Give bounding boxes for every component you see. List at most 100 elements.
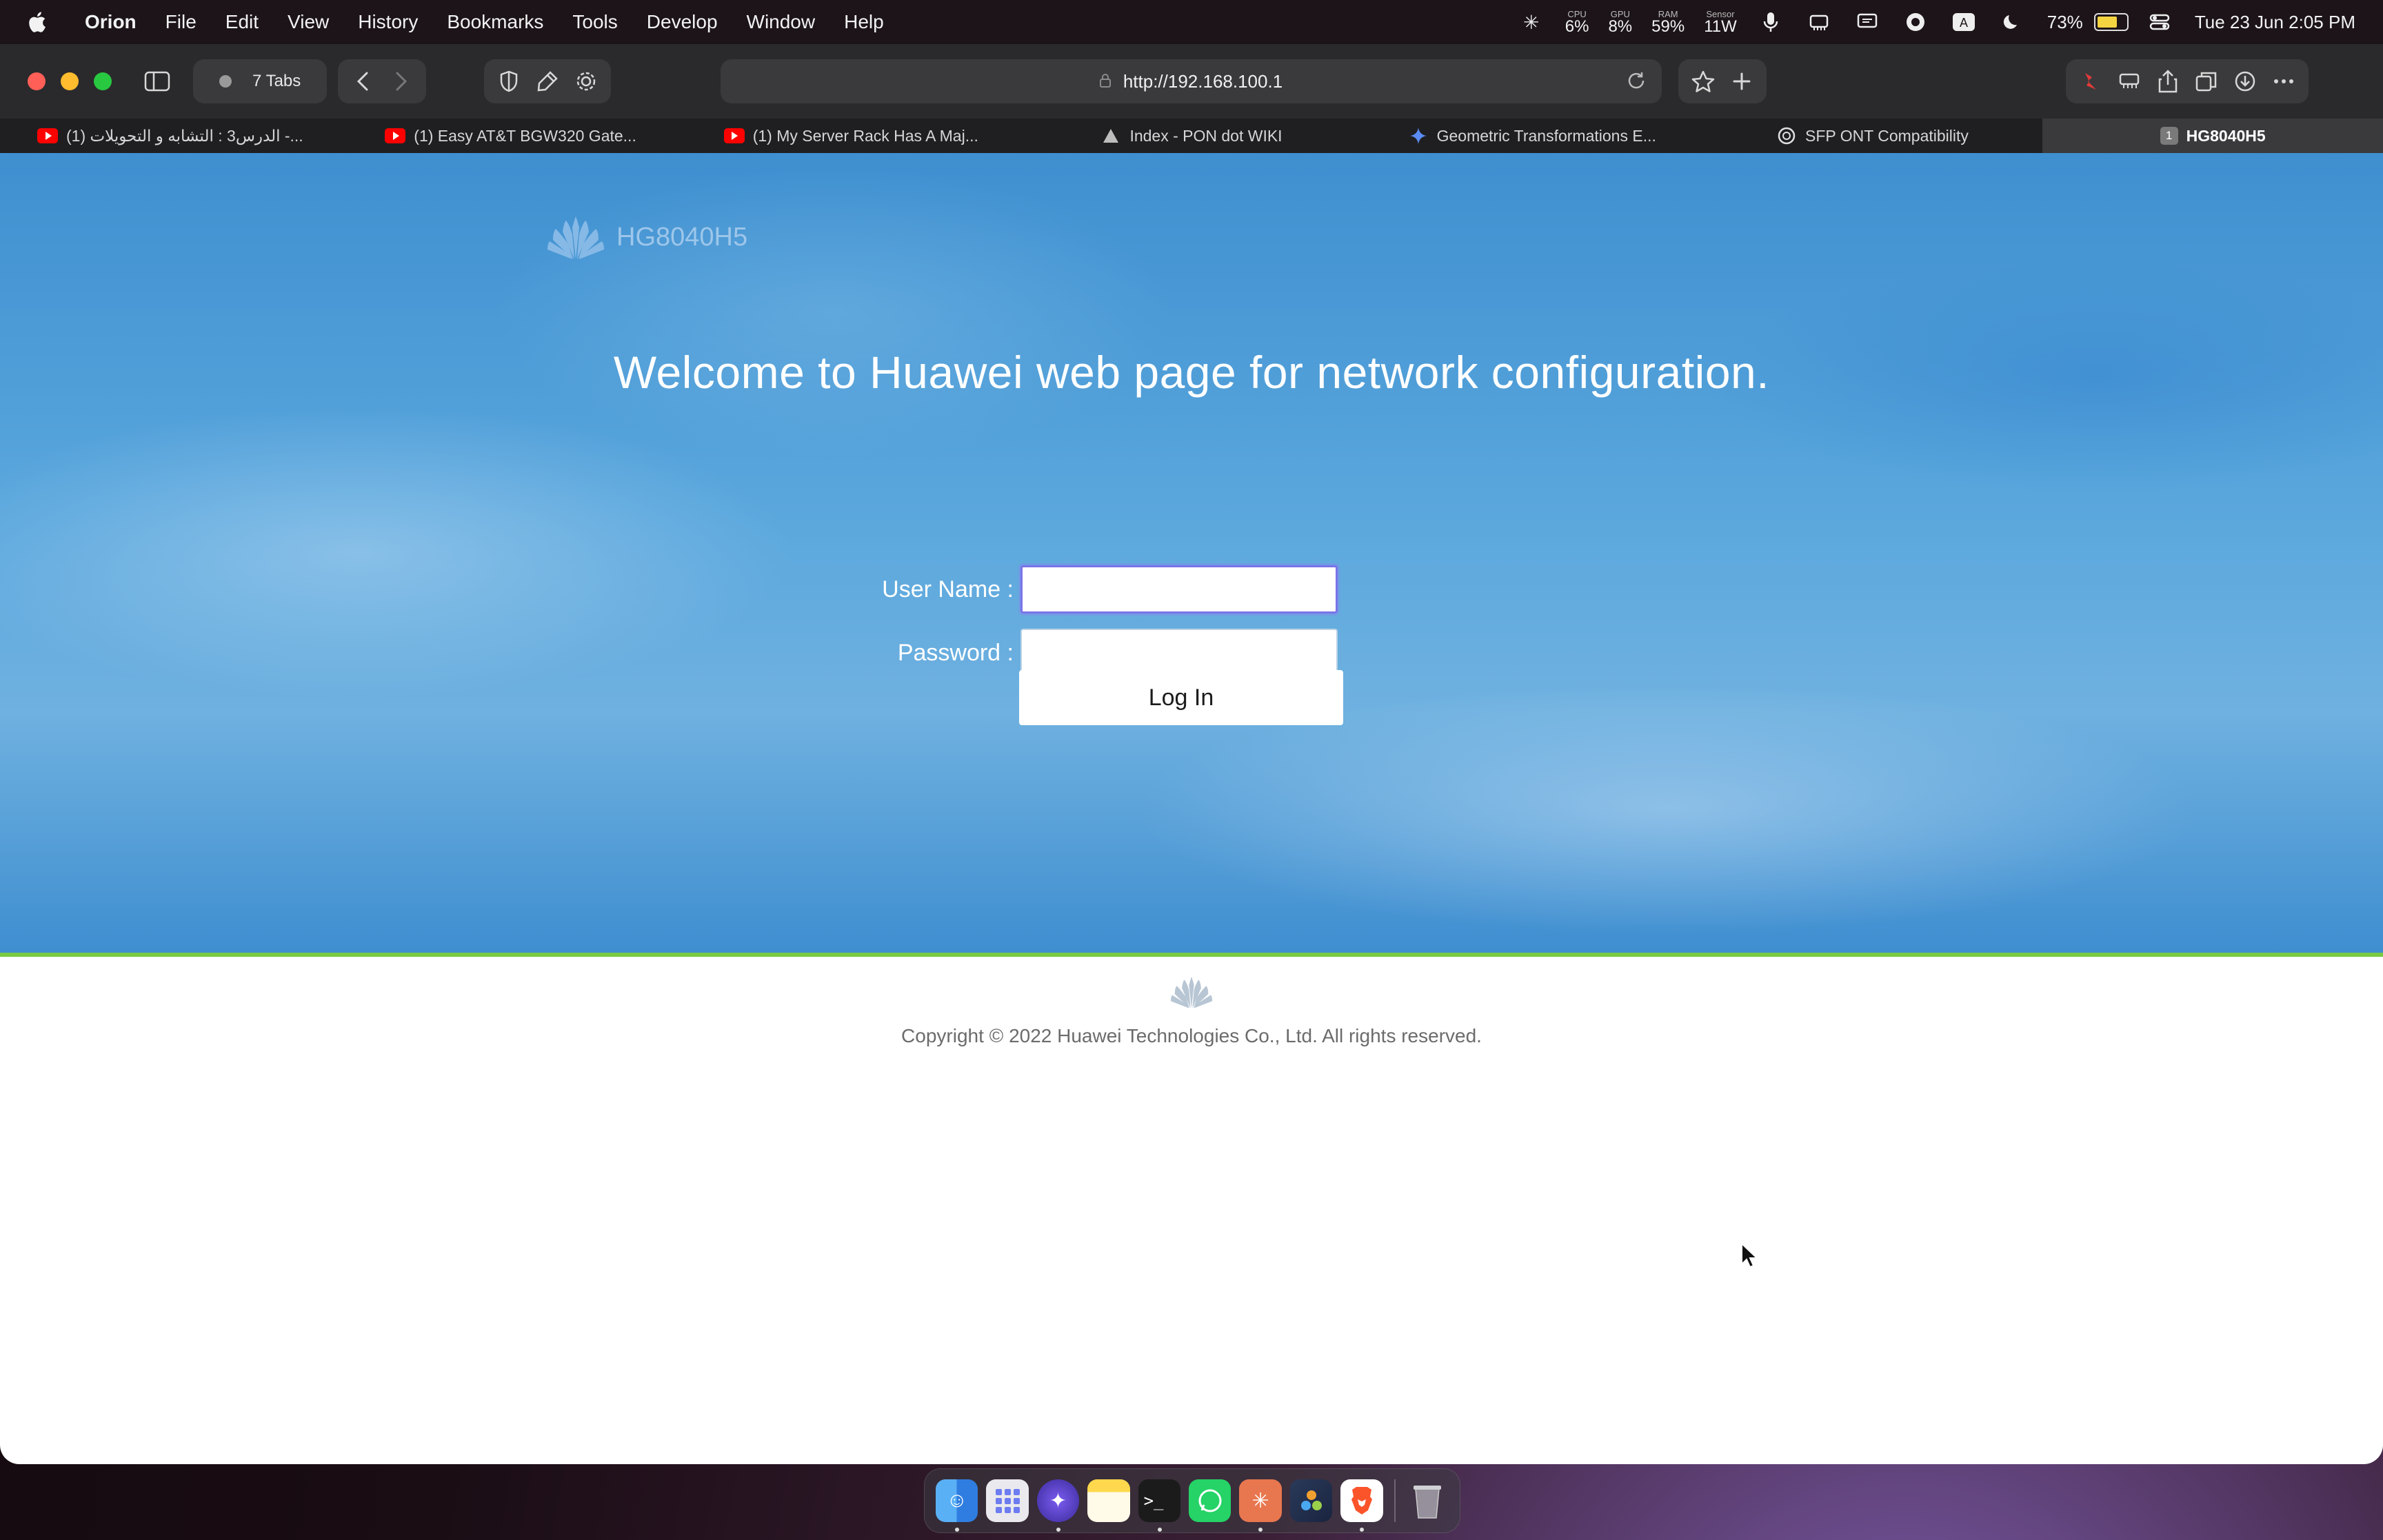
tab-overview-button[interactable]: 7 Tabs bbox=[193, 59, 328, 103]
notes-icon[interactable] bbox=[1087, 1479, 1130, 1522]
youtube-icon bbox=[723, 128, 745, 143]
username-row: User Name : bbox=[807, 565, 1338, 614]
window-controls bbox=[28, 72, 112, 90]
youtube-icon bbox=[37, 128, 59, 143]
browser-toolbar: 7 Tabs http://192.168.100.1 bbox=[0, 44, 2383, 119]
menu-tools[interactable]: Tools bbox=[558, 0, 632, 44]
launchpad-icon[interactable] bbox=[986, 1479, 1029, 1522]
reload-icon[interactable] bbox=[1626, 70, 1647, 96]
davinci-resolve-icon[interactable] bbox=[1289, 1479, 1333, 1522]
tabs-overview-icon[interactable] bbox=[2187, 62, 2226, 101]
bookmark-star-icon[interactable] bbox=[1684, 62, 1722, 101]
close-window-button[interactable] bbox=[28, 72, 46, 90]
macos-dock: ☺ ✦ >_ ✳ bbox=[924, 1468, 1460, 1533]
page-badge-icon: 1 bbox=[2160, 127, 2178, 145]
screen-mirror-icon[interactable] bbox=[1856, 10, 1879, 34]
zoom-window-button[interactable] bbox=[94, 72, 112, 90]
huawei-footer-logo-icon bbox=[1170, 976, 1213, 1009]
address-bar[interactable]: http://192.168.100.1 bbox=[721, 59, 1662, 103]
wiki-triangle-icon bbox=[1100, 128, 1121, 143]
new-tab-plus-icon[interactable] bbox=[1722, 62, 1761, 101]
youtube-icon bbox=[385, 128, 406, 143]
insecure-lock-icon bbox=[1099, 74, 1112, 89]
login-button[interactable]: Log In bbox=[1019, 670, 1343, 725]
downloads-icon[interactable] bbox=[2226, 62, 2264, 101]
minimize-window-button[interactable] bbox=[61, 72, 79, 90]
menu-help[interactable]: Help bbox=[829, 0, 898, 44]
dropper-tool-icon[interactable] bbox=[528, 62, 567, 101]
microphone-icon[interactable] bbox=[1759, 10, 1782, 34]
sensor-stat[interactable]: Sensor 11W bbox=[1704, 10, 1737, 35]
more-options-icon[interactable] bbox=[2264, 62, 2303, 101]
finder-icon[interactable]: ☺ bbox=[936, 1479, 978, 1532]
claude-asterisk-icon[interactable]: ✳ bbox=[1520, 10, 1543, 34]
tab-youtube-server-rack[interactable]: (1) My Server Rack Has A Maj... bbox=[681, 119, 1021, 153]
password-label: Password : bbox=[897, 639, 1014, 666]
right-toolbar-group bbox=[2066, 59, 2309, 103]
extensions-group bbox=[484, 59, 612, 103]
menu-develop[interactable]: Develop bbox=[632, 0, 732, 44]
whatsapp-icon[interactable] bbox=[1189, 1479, 1231, 1522]
apple-logo-icon[interactable] bbox=[26, 10, 47, 34]
dock-separator bbox=[1394, 1479, 1396, 1522]
login-hero: HG8040H5 Welcome to Huawei web page for … bbox=[0, 153, 2383, 957]
terminal-icon[interactable]: >_ bbox=[1138, 1479, 1181, 1532]
orion-browser-icon[interactable]: ✦ bbox=[1036, 1479, 1080, 1532]
tab-indicator-dot bbox=[219, 75, 232, 88]
control-center-icon[interactable] bbox=[2148, 10, 2171, 34]
menu-window[interactable]: Window bbox=[732, 0, 830, 44]
menu-edit[interactable]: Edit bbox=[211, 0, 273, 44]
brand-header: HG8040H5 bbox=[545, 214, 747, 261]
page-footer: Copyright © 2022 Huawei Technologies Co.… bbox=[0, 975, 2383, 1047]
menu-bookmarks[interactable]: Bookmarks bbox=[432, 0, 558, 44]
shield-icon[interactable] bbox=[490, 62, 528, 101]
tab-youtube-bgw320[interactable]: (1) Easy AT&T BGW320 Gate... bbox=[341, 119, 681, 153]
menu-file[interactable]: File bbox=[151, 0, 211, 44]
tab-hg8040h5-active[interactable]: 1 HG8040H5 bbox=[2042, 119, 2383, 153]
record-circle-icon[interactable] bbox=[1904, 10, 1927, 34]
gpu-stat[interactable]: GPU 8% bbox=[1608, 10, 1632, 35]
claude-icon[interactable]: ✳ bbox=[1239, 1479, 1282, 1532]
share-icon[interactable] bbox=[2149, 62, 2187, 101]
settings-gear-icon[interactable] bbox=[567, 62, 605, 101]
status-area: ✳ CPU 6% GPU 8% RAM 59% Sensor 11W A 73% Tue… bbox=[1507, 0, 2383, 44]
input-source-icon[interactable]: A bbox=[1952, 10, 1975, 34]
menu-view[interactable]: View bbox=[273, 0, 343, 44]
openai-icon bbox=[1776, 127, 1797, 145]
tab-strip: (1) الدرس3 : التشابه و التحويلات -... (1… bbox=[0, 119, 2383, 153]
battery-percent[interactable]: 73% bbox=[2047, 12, 2083, 33]
menu-app-orion[interactable]: Orion bbox=[70, 0, 151, 44]
memory-chip-icon[interactable] bbox=[1807, 10, 1831, 34]
tabs-count-label: 7 Tabs bbox=[252, 72, 301, 90]
cpu-stat[interactable]: CPU 6% bbox=[1565, 10, 1589, 35]
username-label: User Name : bbox=[882, 576, 1014, 602]
menu-history[interactable]: History bbox=[343, 0, 432, 44]
sidebar-toggle-icon[interactable] bbox=[138, 62, 177, 101]
model-name: HG8040H5 bbox=[616, 222, 748, 252]
bookmark-group bbox=[1678, 59, 1767, 103]
memory-extension-icon[interactable] bbox=[2110, 62, 2149, 101]
browser-window: 7 Tabs http://192.168.100.1 (1) الدرس3:… bbox=[0, 44, 2383, 1464]
mouse-cursor-icon bbox=[1741, 1242, 1758, 1268]
url-text: http://192.168.100.1 bbox=[1123, 70, 1283, 92]
tab-geometric-transformations[interactable]: Geometric Transformations E... bbox=[1362, 119, 1702, 153]
huawei-logo-icon bbox=[547, 216, 604, 259]
forward-button[interactable] bbox=[382, 62, 421, 101]
moon-icon[interactable] bbox=[2000, 10, 2024, 34]
gemini-star-icon bbox=[1408, 128, 1429, 144]
navigation-group bbox=[338, 59, 427, 103]
username-input[interactable] bbox=[1020, 565, 1338, 614]
macos-menu-bar: Orion File Edit View History Bookmarks T… bbox=[0, 0, 2383, 44]
svg-text:A: A bbox=[1960, 16, 1968, 30]
battery-icon[interactable] bbox=[2093, 13, 2129, 31]
welcome-heading: Welcome to Huawei web page for network c… bbox=[613, 347, 1770, 398]
brave-browser-icon[interactable] bbox=[1340, 1479, 1383, 1532]
ram-stat[interactable]: RAM 59% bbox=[1651, 10, 1685, 35]
back-button[interactable] bbox=[343, 62, 382, 101]
clock[interactable]: Tue 23 Jun 2:05 PM bbox=[2195, 12, 2355, 33]
tab-sfp-ont[interactable]: SFP ONT Compatibility bbox=[1702, 119, 2043, 153]
trash-icon[interactable] bbox=[1407, 1479, 1449, 1522]
tab-pon-wiki[interactable]: Index - PON dot WIKI bbox=[1021, 119, 1362, 153]
tab-youtube-lesson[interactable]: (1) الدرس3 : التشابه و التحويلات -... bbox=[0, 119, 341, 153]
extension-red-icon[interactable] bbox=[2071, 62, 2110, 101]
